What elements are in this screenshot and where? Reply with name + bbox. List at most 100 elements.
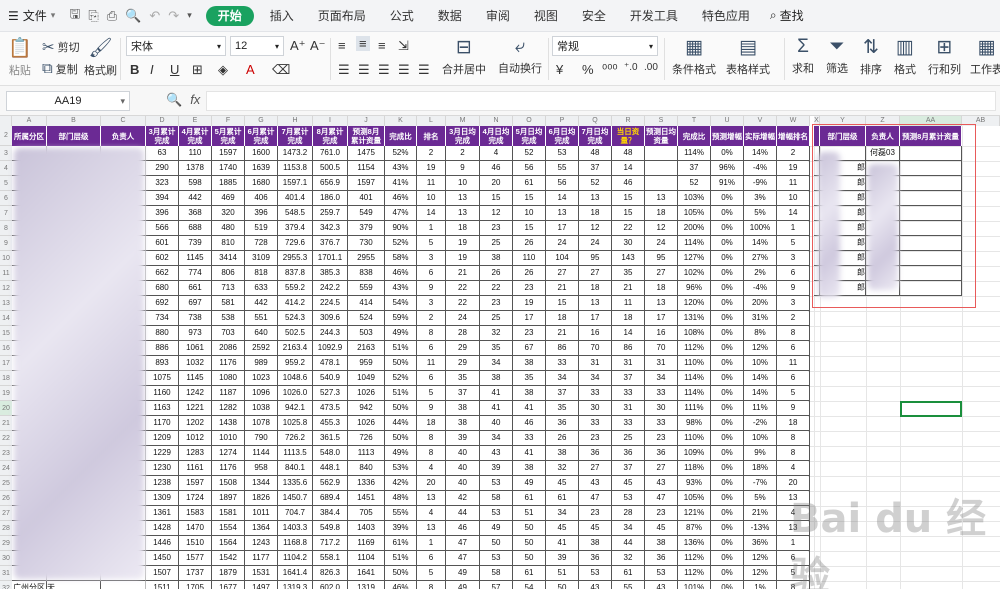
table-cell[interactable]: -7% bbox=[744, 476, 777, 491]
zoom-icon[interactable]: 🔍 bbox=[166, 92, 182, 108]
row-header[interactable]: 13 bbox=[0, 296, 12, 311]
table-cell[interactable]: 33 bbox=[513, 431, 546, 446]
table-cell[interactable]: 61 bbox=[546, 491, 579, 506]
table-cell[interactable]: 1209 bbox=[146, 431, 179, 446]
table-cell[interactable]: 1639 bbox=[245, 161, 278, 176]
table-cell[interactable]: 27 bbox=[546, 266, 579, 281]
table-style-button[interactable]: ▤ 表格样式 bbox=[726, 36, 770, 77]
table-cell[interactable]: 51% bbox=[385, 551, 417, 566]
table-cell[interactable]: 3109 bbox=[245, 251, 278, 266]
table-cell[interactable]: 14% bbox=[744, 386, 777, 401]
table-cell[interactable]: 63 bbox=[146, 146, 179, 161]
table-cell[interactable]: 10% bbox=[744, 431, 777, 446]
table-cell[interactable]: 50 bbox=[513, 536, 546, 551]
underline-icon[interactable]: U bbox=[170, 62, 179, 77]
table-cell[interactable]: 15 bbox=[612, 191, 645, 206]
table-cell[interactable]: 38 bbox=[513, 386, 546, 401]
table-cell[interactable]: 67 bbox=[513, 341, 546, 356]
table-cell[interactable]: 320 bbox=[212, 206, 245, 221]
table-cell[interactable]: 1048.6 bbox=[278, 371, 313, 386]
find-button[interactable]: ⌕ 查找 bbox=[762, 7, 804, 24]
table-cell[interactable]: 43 bbox=[579, 476, 612, 491]
table-cell[interactable]: 384.4 bbox=[313, 506, 348, 521]
table-cell[interactable]: 1510 bbox=[179, 536, 212, 551]
table-cell[interactable]: 15 bbox=[612, 206, 645, 221]
table-cell[interactable]: 114% bbox=[678, 386, 711, 401]
table-cell[interactable]: 110% bbox=[678, 431, 711, 446]
table-cell[interactable]: 717.2 bbox=[313, 536, 348, 551]
table-cell[interactable]: 656.9 bbox=[313, 176, 348, 191]
table-cell[interactable]: 46 bbox=[612, 176, 645, 191]
table-cell[interactable]: 21 bbox=[546, 281, 579, 296]
column-header-U[interactable]: U bbox=[711, 116, 744, 126]
table-cell[interactable]: 61 bbox=[513, 176, 546, 191]
table-cell[interactable]: 1583 bbox=[179, 506, 212, 521]
table-cell[interactable]: 442 bbox=[179, 191, 212, 206]
table-cell[interactable]: 109% bbox=[678, 446, 711, 461]
table-cell[interactable]: 14% bbox=[744, 146, 777, 161]
table-cell[interactable]: 562.9 bbox=[313, 476, 348, 491]
table-cell[interactable]: 31 bbox=[645, 356, 678, 371]
table-cell[interactable]: 8 bbox=[417, 446, 446, 461]
table-cell[interactable] bbox=[645, 161, 678, 176]
table-cell-region[interactable]: 广州分区 bbox=[12, 581, 47, 589]
table-cell[interactable]: 406 bbox=[245, 191, 278, 206]
table-cell[interactable]: 30 bbox=[645, 401, 678, 416]
table-cell[interactable]: 95 bbox=[579, 251, 612, 266]
table-cell[interactable]: 1038 bbox=[245, 401, 278, 416]
column-header-D[interactable]: D bbox=[146, 116, 179, 126]
table-cell[interactable]: 0% bbox=[711, 476, 744, 491]
table-cell[interactable]: 36 bbox=[546, 416, 579, 431]
table-cell[interactable]: 33 bbox=[579, 386, 612, 401]
row-header[interactable]: 18 bbox=[0, 371, 12, 386]
table-cell[interactable]: 11 bbox=[612, 296, 645, 311]
align-bottom-icon[interactable]: ≡ bbox=[378, 38, 386, 53]
table-cell[interactable]: 34 bbox=[480, 431, 513, 446]
tab-2[interactable]: 页面布局 bbox=[306, 6, 378, 26]
table-cell[interactable]: 86 bbox=[546, 341, 579, 356]
table-cell[interactable]: 0% bbox=[711, 551, 744, 566]
table-cell[interactable]: 31% bbox=[744, 311, 777, 326]
table-cell[interactable]: 22 bbox=[480, 281, 513, 296]
save-icon[interactable]: 🖫 bbox=[69, 5, 80, 27]
table-cell[interactable]: 1885 bbox=[212, 176, 245, 191]
table-cell[interactable]: 519 bbox=[245, 221, 278, 236]
table-cell[interactable]: 540.9 bbox=[313, 371, 348, 386]
table-cell[interactable]: 1378 bbox=[179, 161, 212, 176]
table-cell[interactable]: 8 bbox=[777, 446, 810, 461]
table-cell[interactable]: 43 bbox=[645, 581, 678, 589]
table-cell[interactable]: 2955.3 bbox=[278, 251, 313, 266]
table-cell[interactable]: 5% bbox=[744, 491, 777, 506]
table-cell[interactable]: 15 bbox=[513, 221, 546, 236]
table-cell[interactable]: 0% bbox=[711, 221, 744, 236]
table-cell[interactable]: 1282 bbox=[212, 401, 245, 416]
column-header-J[interactable]: J bbox=[348, 116, 385, 126]
table-cell[interactable]: 24 bbox=[546, 236, 579, 251]
table-cell[interactable]: 5 bbox=[777, 386, 810, 401]
table-cell[interactable]: 41 bbox=[546, 536, 579, 551]
table-cell[interactable]: 26 bbox=[513, 266, 546, 281]
table-cell[interactable]: 49% bbox=[385, 446, 417, 461]
table-cell[interactable]: 8 bbox=[417, 431, 446, 446]
column-header-F[interactable]: F bbox=[212, 116, 245, 126]
table-cell[interactable]: 837.8 bbox=[278, 266, 313, 281]
table-cell[interactable]: 0% bbox=[711, 521, 744, 536]
table-cell[interactable]: 0% bbox=[711, 191, 744, 206]
table-cell[interactable]: 469 bbox=[212, 191, 245, 206]
table-cell[interactable]: 50% bbox=[385, 356, 417, 371]
table-cell[interactable]: 342.3 bbox=[313, 221, 348, 236]
table-cell[interactable]: 32 bbox=[612, 551, 645, 566]
table-cell[interactable]: 110% bbox=[678, 356, 711, 371]
file-menu[interactable]: ☰ 文件 ▾ bbox=[0, 7, 63, 24]
table-cell[interactable]: 1564 bbox=[212, 536, 245, 551]
table-cell[interactable]: 1283 bbox=[179, 446, 212, 461]
table-cell[interactable]: 36% bbox=[744, 536, 777, 551]
table-cell[interactable]: 1145 bbox=[179, 371, 212, 386]
font-color-icon[interactable]: A bbox=[246, 62, 255, 77]
table-cell[interactable]: 1163 bbox=[146, 401, 179, 416]
table-cell[interactable]: 1542 bbox=[212, 551, 245, 566]
table-cell[interactable]: 323 bbox=[146, 176, 179, 191]
table-cell[interactable]: 38 bbox=[480, 371, 513, 386]
table-cell[interactable]: 2 bbox=[417, 311, 446, 326]
sum-button[interactable]: Σ 求和 bbox=[792, 36, 814, 76]
